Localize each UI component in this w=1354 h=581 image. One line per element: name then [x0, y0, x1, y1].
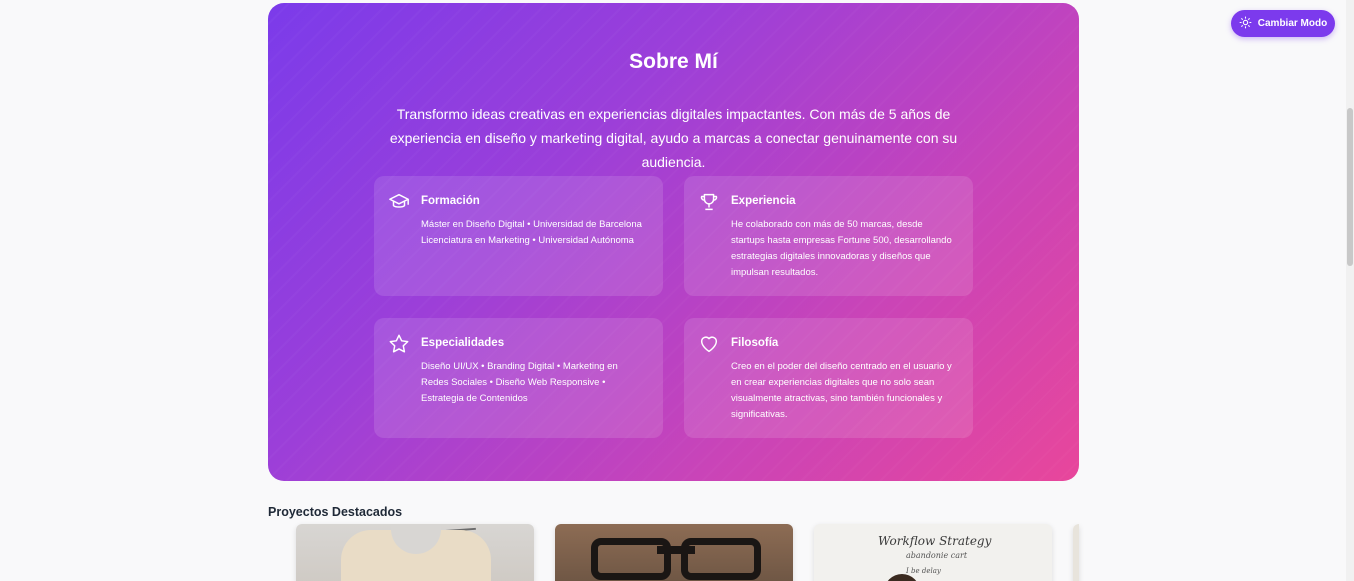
about-intro: Transformo ideas creativas en experienci… — [389, 106, 958, 170]
card-title: Formación — [421, 195, 480, 207]
project-thumbnail-partial[interactable] — [1073, 524, 1079, 581]
page: Cambiar Modo Sobre Mí Transformo ideas c… — [0, 0, 1354, 581]
workflow-heading: Workflow Strategy — [878, 534, 992, 548]
heart-icon — [698, 333, 720, 355]
about-card-filosofia: Filosofía Creo en el poder del diseño ce… — [684, 318, 973, 438]
about-section: Sobre Mí Transformo ideas creativas en e… — [268, 3, 1079, 481]
project-thumbnail-glasses[interactable] — [555, 524, 793, 581]
sun-icon — [1239, 16, 1252, 32]
about-card-especialidades: Especialidades Diseño UI/UX • Branding D… — [374, 318, 663, 438]
about-title: Sobre Mí — [629, 50, 718, 73]
theme-toggle-button[interactable]: Cambiar Modo — [1231, 10, 1335, 37]
graduation-cap-icon — [388, 191, 410, 213]
card-title: Especialidades — [421, 337, 505, 349]
workflow-line: abandonie cart — [906, 551, 968, 560]
workflow-line: I be delay — [906, 567, 941, 575]
theme-toggle-label: Cambiar Modo — [1257, 18, 1328, 29]
card-body: He colaborado con más de 50 marcas, desd… — [731, 219, 952, 278]
card-body: Diseño UI/UX • Branding Digital • Market… — [421, 361, 618, 404]
card-body: Máster en Diseño Digital • Universidad d… — [421, 219, 642, 246]
project-thumbnail-workflow[interactable]: Workflow Strategy abandonie cart I be de… — [814, 524, 1052, 581]
card-body: Creo en el poder del diseño centrado en … — [731, 361, 952, 420]
scrollbar[interactable] — [1346, 0, 1354, 581]
about-card-experiencia: Experiencia He colaborado con más de 50 … — [684, 176, 973, 296]
card-title: Experiencia — [731, 195, 796, 207]
projects-title: Proyectos Destacados — [268, 505, 403, 519]
about-card-formacion: Formación Máster en Diseño Digital • Uni… — [374, 176, 663, 296]
scrollbar-thumb[interactable] — [1347, 108, 1353, 266]
card-title: Filosofía — [731, 337, 779, 349]
star-icon — [388, 333, 410, 355]
project-thumbnail-sweater[interactable] — [296, 524, 534, 581]
trophy-icon — [698, 191, 720, 213]
